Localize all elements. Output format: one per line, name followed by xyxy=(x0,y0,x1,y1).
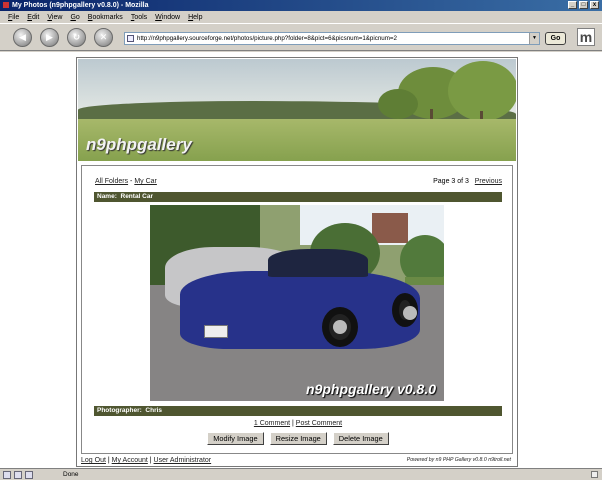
menu-window[interactable]: Window xyxy=(155,14,180,21)
menu-edit[interactable]: Edit xyxy=(27,14,39,21)
post-comment-link[interactable]: Post Comment xyxy=(296,420,342,427)
photographer-label: Photographer: xyxy=(97,407,142,414)
browser-content: n9phpgallery All Folders - My Car Page 3… xyxy=(0,52,602,468)
minimize-button[interactable]: _ xyxy=(568,1,577,9)
composer-icon[interactable] xyxy=(25,470,33,479)
gallery-footer: Log Out | My Account | User Administrato… xyxy=(81,455,513,466)
delete-image-button[interactable]: Delete Image xyxy=(332,432,389,445)
security-lock-icon xyxy=(591,471,598,478)
url-text: http://n9phpgallery.sourceforge.net/phot… xyxy=(137,35,397,42)
forward-button[interactable]: ▶ xyxy=(40,28,59,47)
previous-link[interactable]: Previous xyxy=(475,178,502,185)
window-controls: _ □ x xyxy=(568,1,599,9)
gallery-logo: n9phpgallery xyxy=(86,135,192,154)
name-value: Rental Car xyxy=(120,193,154,200)
breadcrumb-all-folders[interactable]: All Folders xyxy=(95,178,128,185)
breadcrumb: All Folders - My Car xyxy=(95,178,157,185)
page-info: Page 3 of 3 xyxy=(433,178,469,185)
footer-links: Log Out | My Account | User Administrato… xyxy=(81,455,211,466)
user-admin-link[interactable]: User Administrator xyxy=(154,457,212,464)
status-text: Done xyxy=(63,471,79,478)
name-label: Name: xyxy=(97,193,117,200)
reload-button[interactable]: ↻ xyxy=(67,28,86,47)
back-arrow-icon: ◀ xyxy=(19,32,26,42)
menu-tools[interactable]: Tools xyxy=(131,14,147,21)
window-titlebar: My Photos (n9phpgallery v0.8.0) - Mozill… xyxy=(0,0,602,11)
forward-arrow-icon: ▶ xyxy=(46,32,53,42)
window-title: My Photos (n9phpgallery v0.8.0) - Mozill… xyxy=(12,2,149,9)
photographer-bar: Photographer: Chris xyxy=(94,406,502,416)
url-dropdown-icon[interactable]: ▼ xyxy=(529,33,539,44)
image-actions: Modify Image Resize Image Delete Image xyxy=(82,432,514,445)
logout-link[interactable]: Log Out xyxy=(81,457,106,464)
stop-icon: ✕ xyxy=(99,32,108,42)
page-icon xyxy=(127,35,134,42)
mail-icon[interactable] xyxy=(14,470,22,479)
photo-panel: All Folders - My Car Page 3 of 3 Previou… xyxy=(81,165,513,454)
status-bar: Done xyxy=(0,468,602,480)
menu-bar: File Edit View Go Bookmarks Tools Window… xyxy=(0,11,602,23)
maximize-button[interactable]: □ xyxy=(579,1,588,9)
back-button[interactable]: ◀ xyxy=(13,28,32,47)
menu-view[interactable]: View xyxy=(47,14,62,21)
name-bar: Name: Rental Car xyxy=(94,192,502,202)
photo-watermark: n9phpgallery v0.8.0 xyxy=(306,381,436,397)
my-account-link[interactable]: My Account xyxy=(112,457,148,464)
reload-icon: ↻ xyxy=(72,32,81,42)
menu-bookmarks[interactable]: Bookmarks xyxy=(88,14,123,21)
gallery-photo[interactable]: n9phpgallery v0.8.0 xyxy=(150,205,444,401)
menu-go[interactable]: Go xyxy=(70,14,79,21)
powered-by-text: Powered by n9 PHP Gallery v0.8.0 n9troll… xyxy=(406,457,511,463)
mozilla-icon xyxy=(3,2,9,9)
breadcrumb-my-car[interactable]: My Car xyxy=(134,178,157,185)
close-button[interactable]: x xyxy=(590,1,599,9)
modify-image-button[interactable]: Modify Image xyxy=(207,432,264,445)
gallery-banner: n9phpgallery xyxy=(78,59,516,161)
comment-link[interactable]: 1 Comment xyxy=(254,420,290,427)
comment-links: 1 Comment | Post Comment xyxy=(82,420,514,427)
navigator-icon[interactable] xyxy=(3,470,11,479)
stop-button[interactable]: ✕ xyxy=(94,28,113,47)
photographer-value: Chris xyxy=(145,407,163,414)
resize-image-button[interactable]: Resize Image xyxy=(269,432,327,445)
menu-help[interactable]: Help xyxy=(188,14,202,21)
go-button[interactable]: Go xyxy=(545,32,566,45)
url-input[interactable]: http://n9phpgallery.sourceforge.net/phot… xyxy=(124,32,540,45)
navigation-toolbar: ◀ ▶ ↻ ✕ http://n9phpgallery.sourceforge.… xyxy=(0,23,602,51)
pagination: Page 3 of 3 Previous xyxy=(433,178,502,185)
gallery-page: n9phpgallery All Folders - My Car Page 3… xyxy=(76,57,518,467)
mozilla-throbber-icon[interactable]: m xyxy=(577,28,595,46)
menu-file[interactable]: File xyxy=(8,14,19,21)
